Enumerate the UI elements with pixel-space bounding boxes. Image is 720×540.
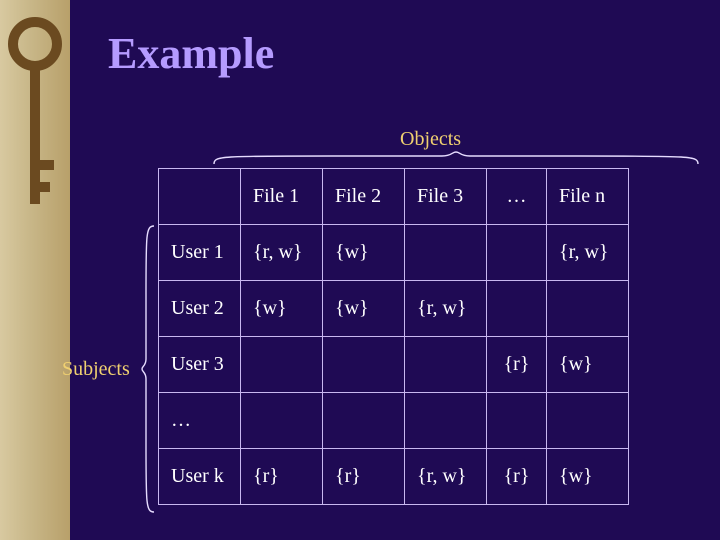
cell: {r, w} — [405, 449, 487, 505]
table-row-ellipsis: … — [159, 393, 629, 449]
table-row: User k {r} {r} {r, w} {r} {w} — [159, 449, 629, 505]
cell: {r, w} — [547, 225, 629, 281]
cell: {w} — [323, 281, 405, 337]
cell — [323, 337, 405, 393]
objects-label: Objects — [400, 128, 461, 151]
row-header: User 2 — [159, 281, 241, 337]
page-title: Example — [108, 28, 274, 79]
key-decor-strip — [0, 0, 70, 540]
row-header: User 1 — [159, 225, 241, 281]
access-matrix-table: File 1 File 2 File 3 … File n User 1 {r,… — [158, 168, 629, 505]
table-row: User 3 {r} {w} — [159, 337, 629, 393]
cell: {r} — [241, 449, 323, 505]
subjects-label: Subjects — [62, 358, 130, 381]
corner-cell — [159, 169, 241, 225]
cell: {r, w} — [405, 281, 487, 337]
cell: {w} — [547, 449, 629, 505]
row-header: User 3 — [159, 337, 241, 393]
table-row: User 2 {w} {w} {r, w} — [159, 281, 629, 337]
cell — [487, 393, 547, 449]
col-header: File 1 — [241, 169, 323, 225]
col-header: File n — [547, 169, 629, 225]
key-icon — [6, 10, 64, 230]
cell — [405, 393, 487, 449]
cell — [547, 393, 629, 449]
col-header: File 3 — [405, 169, 487, 225]
cell — [487, 225, 547, 281]
cell — [487, 281, 547, 337]
cell: {w} — [241, 281, 323, 337]
cell: {r} — [487, 337, 547, 393]
vertical-brace-icon — [140, 224, 156, 514]
cell: {w} — [323, 225, 405, 281]
horizontal-brace-icon — [212, 150, 700, 166]
cell: {r} — [323, 449, 405, 505]
row-header: User k — [159, 449, 241, 505]
cell — [241, 337, 323, 393]
col-header-ellipsis: … — [487, 169, 547, 225]
table-header-row: File 1 File 2 File 3 … File n — [159, 169, 629, 225]
cell — [405, 337, 487, 393]
table-row: User 1 {r, w} {w} {r, w} — [159, 225, 629, 281]
cell: {w} — [547, 337, 629, 393]
row-header-ellipsis: … — [159, 393, 241, 449]
cell — [405, 225, 487, 281]
cell: {r} — [487, 449, 547, 505]
cell — [547, 281, 629, 337]
cell: {r, w} — [241, 225, 323, 281]
cell — [323, 393, 405, 449]
col-header: File 2 — [323, 169, 405, 225]
cell — [241, 393, 323, 449]
